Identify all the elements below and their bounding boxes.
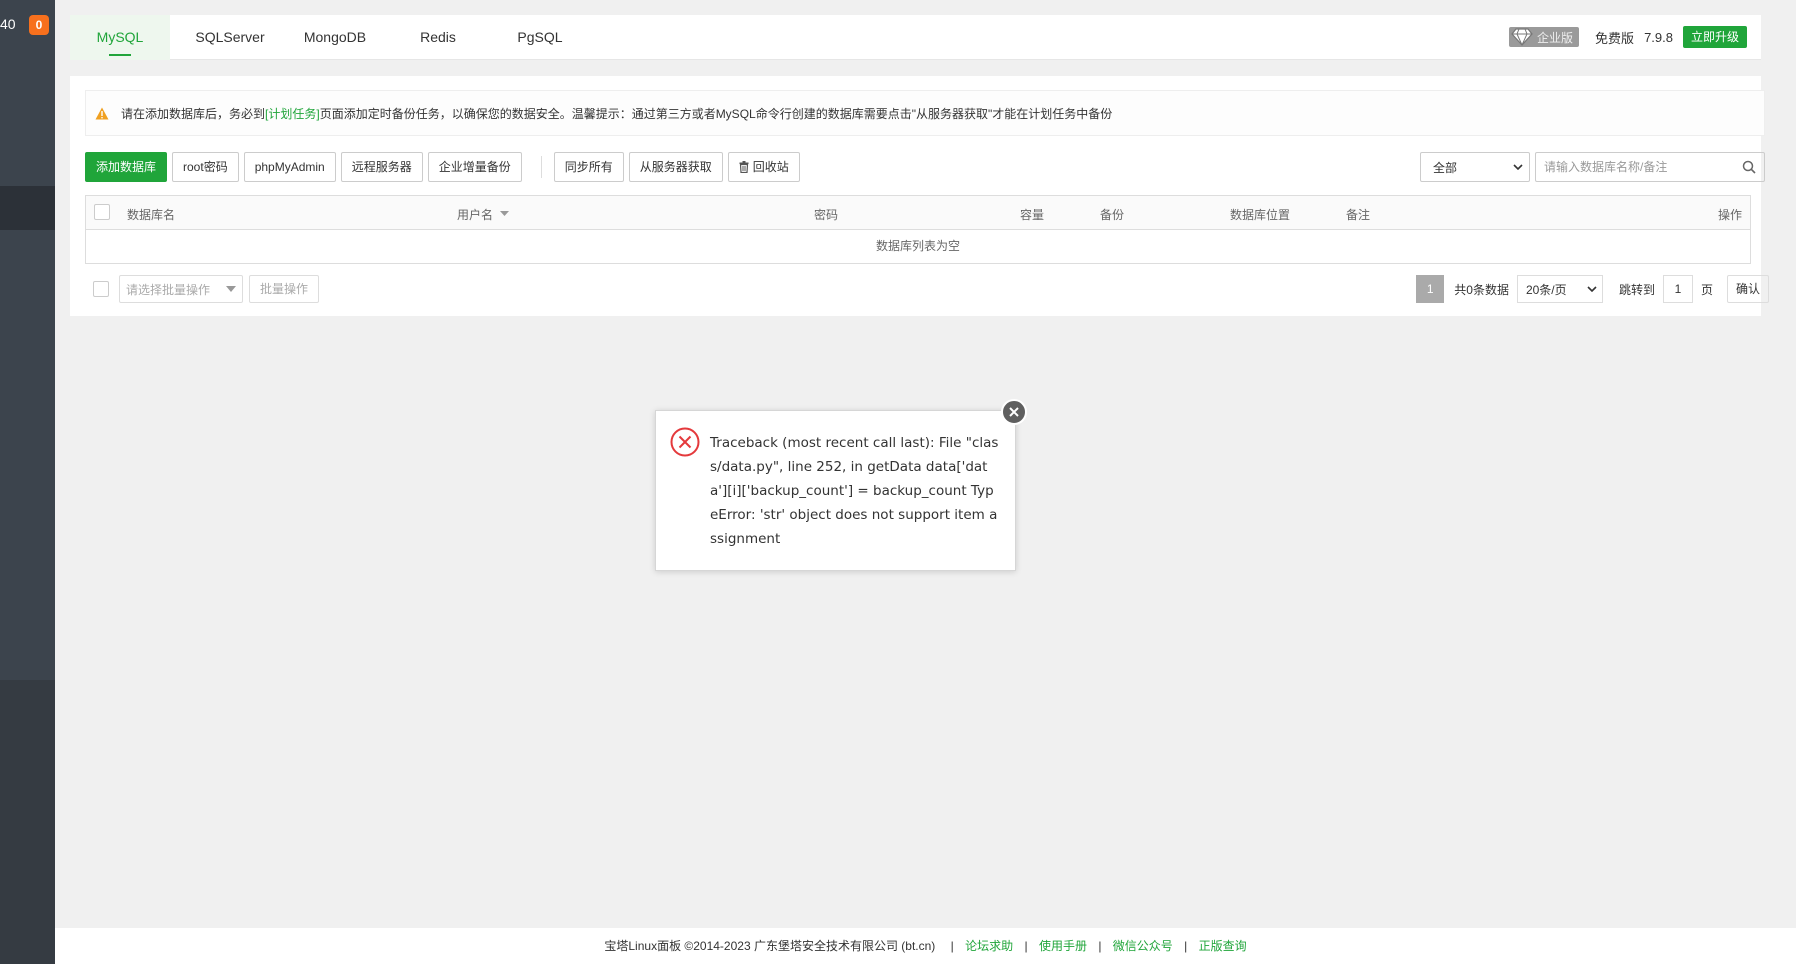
wechat-link[interactable]: 微信公众号 (1113, 939, 1173, 953)
col-db-location: 数据库位置 (1230, 208, 1291, 222)
backup-notice: 请在添加数据库后，务必到 [计划任务] 页面添加定时备份任务，以确保您的数据安全… (85, 90, 1765, 136)
sort-caret-icon[interactable] (500, 211, 509, 216)
col-backup: 备份 (1100, 208, 1125, 222)
table-empty-row: 数据库列表为空 (875, 239, 960, 253)
tab-mysql[interactable]: MySQL (70, 15, 170, 60)
col-capacity: 容量 (1020, 208, 1045, 222)
chevron-down-icon (1513, 164, 1523, 170)
db-type-tabbar: MySQL SQLServer MongoDB Redis PgSQL 企业版 … (70, 15, 1761, 60)
sync-all-button[interactable]: 同步所有 (553, 152, 624, 182)
pagination: 1 共0条数据 20条/页 跳转到 1 页 确认 (1416, 275, 1769, 303)
select-all-checkbox[interactable] (94, 204, 110, 220)
page-unit: 页 (1700, 282, 1713, 297)
jump-confirm-button[interactable]: 确认 (1726, 275, 1769, 303)
col-username[interactable]: 用户名 (457, 206, 493, 223)
trash-icon (739, 161, 749, 173)
page-1-button[interactable]: 1 (1416, 275, 1445, 303)
forum-link[interactable]: 论坛求助 (965, 939, 1013, 953)
filter-controls: 全部 (1420, 152, 1765, 182)
category-select-value: 全部 (1433, 160, 1458, 175)
batch-operation-select[interactable]: 请选择批量操作 (119, 275, 243, 303)
copyright-text: 宝塔Linux面板 ©2014-2023 广东堡塔安全技术有限公司 (bt.cn… (604, 939, 936, 953)
warning-icon (95, 107, 109, 119)
page-footer: 宝塔Linux面板 ©2014-2023 广东堡塔安全技术有限公司 (bt.cn… (55, 928, 1796, 964)
from-server-button[interactable]: 从服务器获取 (628, 152, 723, 182)
total-count: 共0条数据 (1454, 282, 1509, 297)
close-icon (1009, 407, 1019, 417)
add-database-button[interactable]: 添加数据库 (85, 152, 168, 182)
database-table: 数据库名 用户名 密码 容量 备份 数据库位置 备注 操作 数据库列表为空 (85, 195, 1751, 264)
enterprise-backup-button[interactable]: 企业增量备份 (427, 152, 522, 182)
sidebar-lower (0, 680, 55, 964)
error-icon (670, 427, 700, 457)
diamond-icon (1511, 28, 1533, 46)
phpmyadmin-button[interactable]: phpMyAdmin (243, 152, 336, 182)
version-info: 企业版 免费版 7.9.8 立即升级 (1509, 25, 1747, 49)
col-db-name: 数据库名 (127, 208, 176, 222)
root-password-button[interactable]: root密码 (172, 152, 239, 182)
cron-task-link[interactable]: [计划任务] (265, 105, 320, 122)
license-check-link[interactable]: 正版查询 (1199, 939, 1247, 953)
free-label: 免费版 (1595, 30, 1635, 46)
toolbar-divider (540, 156, 542, 178)
sidebar-header: 40 0 (0, 0, 55, 50)
sidebar-item-active[interactable] (0, 186, 55, 230)
tab-mongodb[interactable]: MongoDB (285, 15, 385, 60)
tab-redis[interactable]: Redis (388, 15, 488, 60)
close-dialog-button[interactable] (1001, 399, 1027, 425)
error-message: Traceback (most recent call last): File … (710, 435, 999, 547)
error-dialog: Traceback (most recent call last): File … (655, 399, 1027, 571)
batch-select-checkbox[interactable] (93, 281, 109, 297)
col-note: 备注 (1346, 208, 1371, 222)
divider: | (1024, 939, 1028, 953)
divider: | (1098, 939, 1102, 953)
notice-prefix: 请在添加数据库后，务必到 (121, 106, 266, 121)
category-select[interactable]: 全部 (1420, 152, 1530, 182)
batch-operation-button[interactable]: 批量操作 (249, 275, 320, 303)
table-header: 数据库名 用户名 密码 容量 备份 数据库位置 备注 操作 (86, 196, 1750, 230)
tab-pgsql[interactable]: PgSQL (490, 15, 590, 60)
database-panel: 请在添加数据库后，务必到 [计划任务] 页面添加定时备份任务，以确保您的数据安全… (70, 76, 1769, 316)
jump-page-input[interactable]: 1 (1662, 275, 1693, 303)
notice-suffix: 页面添加定时备份任务，以确保您的数据安全。温馨提示：通过第三方或者MySQL命令… (319, 106, 1113, 121)
manual-link[interactable]: 使用手册 (1039, 939, 1087, 953)
batch-select-placeholder: 请选择批量操作 (126, 282, 211, 297)
search-icon[interactable] (1742, 160, 1756, 174)
jump-label: 跳转到 (1618, 282, 1655, 297)
tab-sqlserver[interactable]: SQLServer (180, 15, 280, 60)
col-password: 密码 (814, 208, 839, 222)
recycle-bin-label: 回收站 (752, 160, 789, 174)
enterprise-badge[interactable]: 企业版 (1509, 27, 1580, 47)
page-size-select[interactable]: 20条/页 (1516, 275, 1603, 303)
notification-badge[interactable]: 0 (29, 15, 49, 35)
sidebar: 40 0 (0, 0, 55, 964)
col-operations: 操作 (1717, 208, 1742, 222)
upgrade-button[interactable]: 立即升级 (1682, 26, 1747, 48)
toolbar: 添加数据库 root密码 phpMyAdmin 远程服务器 企业增量备份 同步所… (85, 152, 805, 182)
search-input[interactable] (1544, 160, 1734, 174)
version-number: 7.9.8 (1644, 29, 1673, 45)
remote-server-button[interactable]: 远程服务器 (340, 152, 423, 182)
recycle-bin-button[interactable]: 回收站 (727, 152, 800, 182)
search-box (1535, 152, 1765, 182)
enterprise-label: 企业版 (1537, 30, 1574, 45)
chevron-down-icon (1587, 286, 1597, 292)
sidebar-number: 40 (0, 16, 16, 32)
divider: | (950, 939, 954, 953)
page-size-value: 20条/页 (1525, 282, 1567, 297)
table-footer: 请选择批量操作 批量操作 1 共0条数据 20条/页 跳转到 1 页 确认 (85, 273, 1769, 303)
divider: | (1184, 939, 1188, 953)
caret-down-icon (226, 286, 236, 292)
